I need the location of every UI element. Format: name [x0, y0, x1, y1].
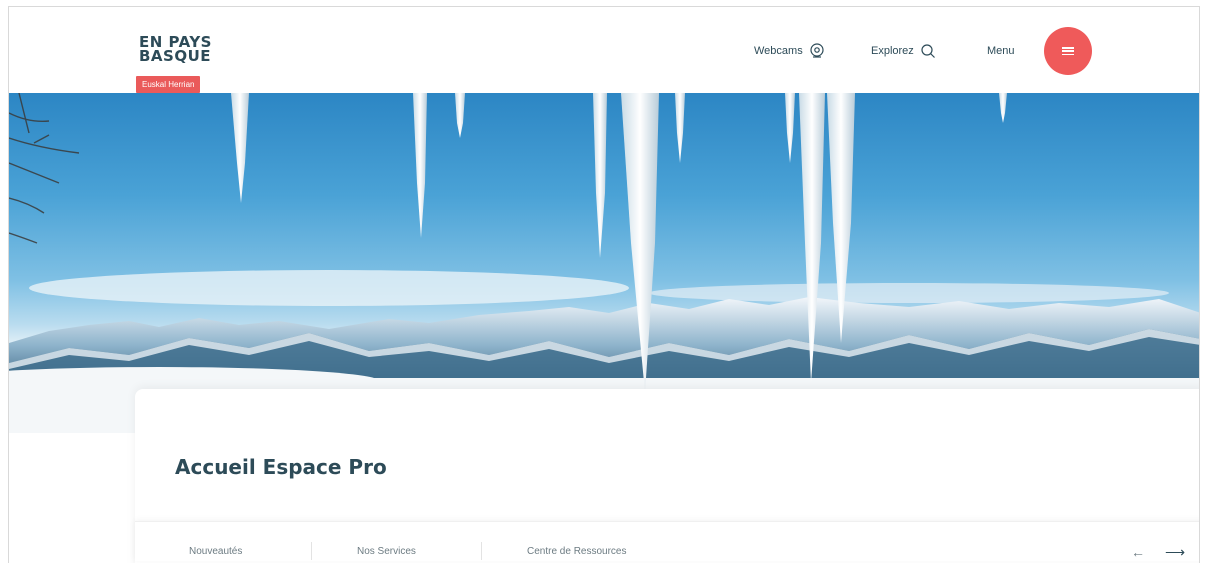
tab-nos-services[interactable]: Nos Services: [357, 546, 416, 557]
page-frame: EN PAYS BASQUE Euskal Herrian Webcams Ex…: [8, 6, 1200, 563]
search-icon: [920, 43, 936, 59]
menu-button[interactable]: [1044, 27, 1092, 75]
nav-explorez-label: Explorez: [871, 45, 914, 57]
site-logo[interactable]: EN PAYS BASQUE Euskal Herrian: [136, 35, 212, 93]
tab-centre-de-ressources[interactable]: Centre de Ressources: [527, 546, 627, 557]
nav-explorez[interactable]: Explorez: [871, 43, 936, 59]
logo-tag: Euskal Herrian: [136, 76, 201, 93]
content-card: Accueil Espace Pro Nouveautés Nos Servic…: [135, 389, 1199, 563]
tab-divider: [311, 542, 312, 560]
hero-landscape: [9, 93, 1199, 433]
arrow-left-icon[interactable]: ←: [1131, 544, 1145, 560]
logo-line-2: BASQUE: [139, 47, 212, 65]
hero-image: [9, 93, 1199, 433]
nav-webcams[interactable]: Webcams: [754, 43, 825, 59]
page-title: Accueil Espace Pro: [175, 455, 387, 479]
webcam-icon: [809, 43, 825, 59]
arrow-right-icon[interactable]: ⟶: [1165, 544, 1185, 561]
site-header: EN PAYS BASQUE Euskal Herrian Webcams Ex…: [9, 7, 1199, 93]
nav-menu[interactable]: Menu: [987, 45, 1015, 57]
nav-menu-label: Menu: [987, 45, 1015, 57]
tab-divider: [481, 542, 482, 560]
tabs-bar: Nouveautés Nos Services Centre de Ressou…: [135, 521, 1199, 561]
tab-nouveautes[interactable]: Nouveautés: [189, 546, 242, 557]
hamburger-icon: [1062, 47, 1074, 55]
nav-webcams-label: Webcams: [754, 45, 803, 57]
